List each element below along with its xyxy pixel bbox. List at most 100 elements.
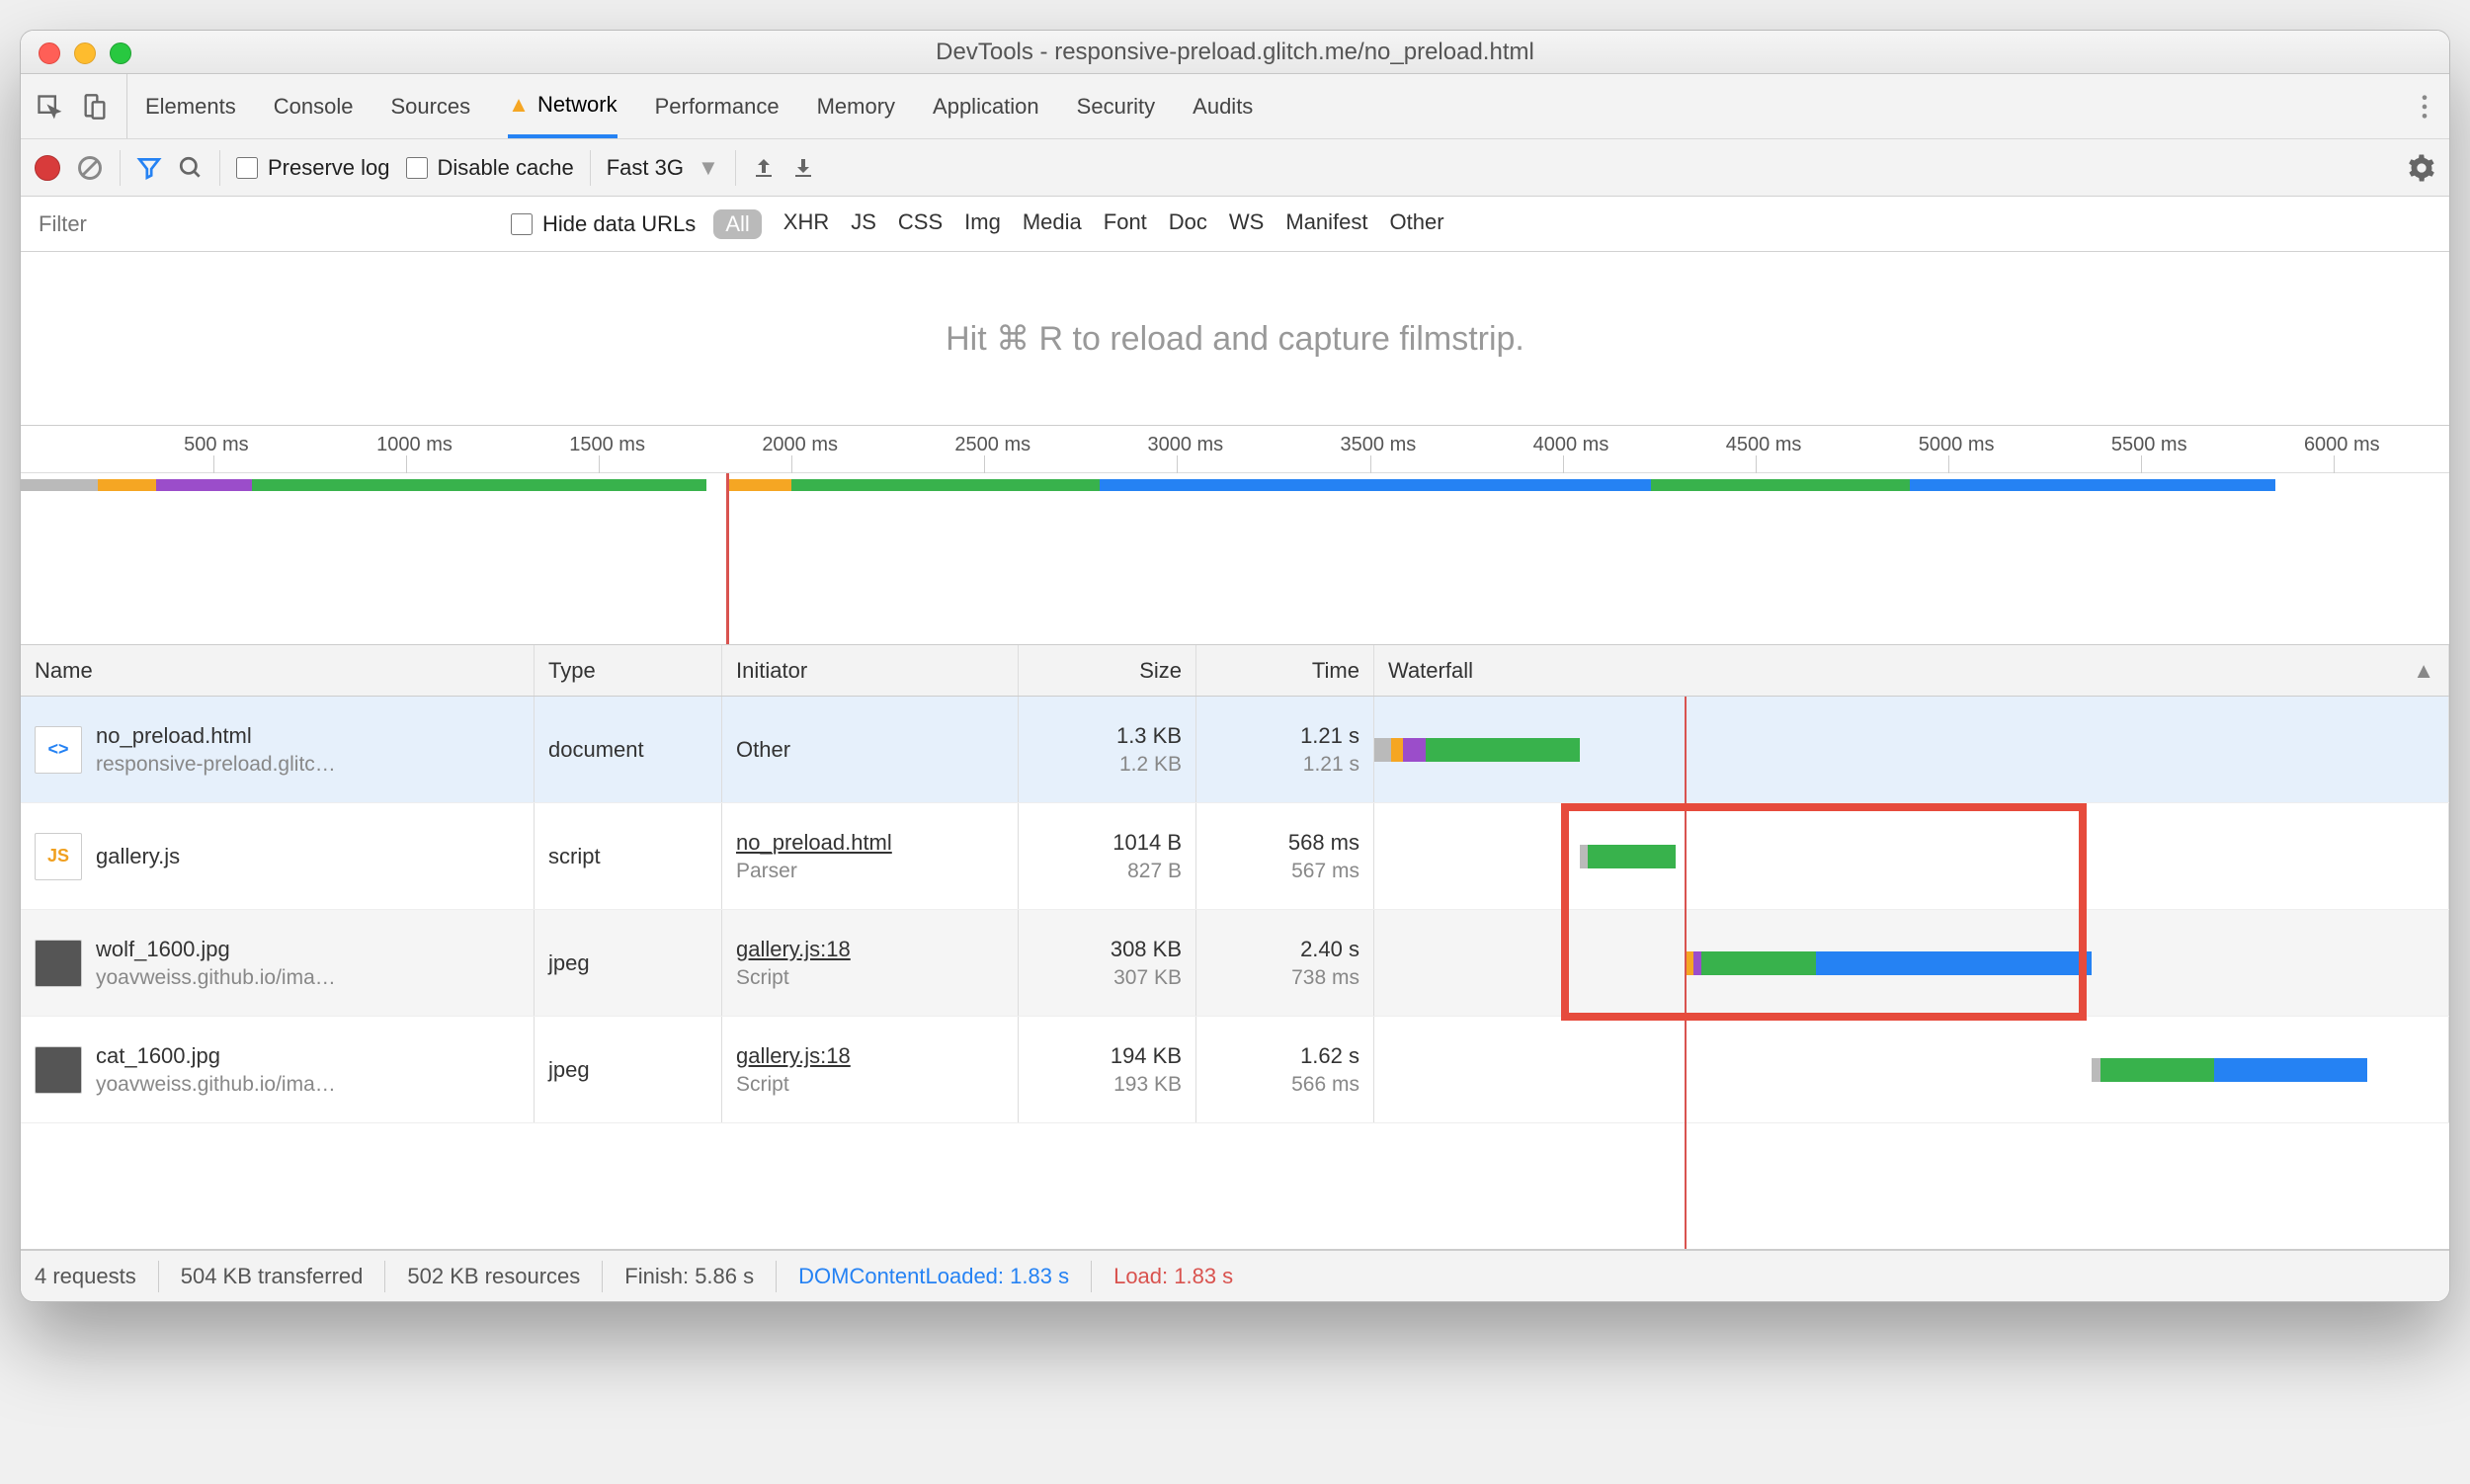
js-file-icon: JS <box>35 833 82 880</box>
tick-label: 5000 ms <box>1919 434 1995 456</box>
type-filter-other[interactable]: Other <box>1390 209 1444 239</box>
device-toolbar-icon[interactable] <box>81 93 109 121</box>
filmstrip-hint: Hit ⌘ R to reload and capture filmstrip. <box>946 319 1524 359</box>
size-cell: 308 KB <box>1111 937 1182 962</box>
close-window-button[interactable] <box>39 42 60 64</box>
request-row[interactable]: JSgallery.jsscriptno_preload.htmlParser1… <box>21 803 2449 910</box>
type-cell: script <box>535 803 722 909</box>
search-icon[interactable] <box>178 155 204 181</box>
status-finish: Finish: 5.86 s <box>624 1264 754 1289</box>
request-row[interactable]: <> no_preload.html responsive-preload.glit… <box>21 697 2449 803</box>
devtools-window: DevTools - responsive-preload.glitch.me/… <box>20 30 2450 1302</box>
file-origin: yoavweiss.github.io/ima… <box>96 966 336 990</box>
file-name: cat_1600.jpg <box>96 1043 336 1069</box>
tab-audits[interactable]: Audits <box>1193 74 1253 138</box>
file-name: gallery.js <box>96 844 180 869</box>
tick-label: 500 ms <box>184 434 249 456</box>
filter-bar: Hide data URLs All XHR JS CSS Img Media Font Do… <box>21 197 2449 252</box>
record-button[interactable] <box>35 155 60 181</box>
disable-cache-label: Disable cache <box>438 155 574 181</box>
download-icon[interactable] <box>791 156 815 180</box>
initiator-link: Other <box>736 737 790 763</box>
minimize-window-button[interactable] <box>74 42 96 64</box>
type-filter-js[interactable]: JS <box>851 209 876 239</box>
waterfall-cell <box>1374 910 2449 1016</box>
type-filter-xhr[interactable]: XHR <box>783 209 829 239</box>
status-resources: 502 KB resources <box>407 1264 580 1289</box>
request-row[interactable]: cat_1600.jpgyoavweiss.github.io/ima…jpeg… <box>21 1017 2449 1123</box>
tab-security[interactable]: Security <box>1077 74 1155 138</box>
col-waterfall[interactable]: Waterfall▲ <box>1374 645 2449 696</box>
time-sub: 1.21 s <box>1303 753 1359 777</box>
filter-input[interactable] <box>29 205 493 244</box>
col-time[interactable]: Time <box>1196 645 1374 696</box>
img-file-icon <box>35 1046 82 1094</box>
warning-icon: ▲ <box>508 92 530 118</box>
size-sub: 307 KB <box>1113 966 1182 990</box>
status-load: Load: 1.83 s <box>1113 1264 1233 1289</box>
type-filter-ws[interactable]: WS <box>1229 209 1264 239</box>
initiator-type: Script <box>736 966 851 990</box>
status-bar: 4 requests 504 KB transferred 502 KB res… <box>21 1250 2449 1301</box>
time-sub: 567 ms <box>1291 860 1359 883</box>
request-row[interactable]: wolf_1600.jpgyoavweiss.github.io/ima…jpe… <box>21 910 2449 1017</box>
size-sub: 193 KB <box>1113 1073 1182 1097</box>
tab-network[interactable]: ▲Network <box>508 74 617 138</box>
inspect-icon[interactable] <box>36 93 63 121</box>
tick-label: 4000 ms <box>1533 434 1609 456</box>
tick-label: 2000 ms <box>762 434 838 456</box>
time-cell: 2.40 s <box>1300 937 1359 962</box>
tab-performance[interactable]: Performance <box>655 74 780 138</box>
tab-elements[interactable]: Elements <box>145 74 236 138</box>
file-name: no_preload.html <box>96 723 336 749</box>
initiator-type: Script <box>736 1073 851 1097</box>
preserve-log-label: Preserve log <box>268 155 390 181</box>
overview-timeline[interactable]: 500 ms1000 ms1500 ms2000 ms2500 ms3000 m… <box>21 426 2449 645</box>
initiator-link[interactable]: gallery.js:18 <box>736 937 851 962</box>
tab-memory[interactable]: Memory <box>817 74 895 138</box>
type-filter-media[interactable]: Media <box>1023 209 1082 239</box>
type-filters: All XHR JS CSS Img Media Font Doc WS Manifest Othe… <box>713 209 1443 239</box>
gear-icon[interactable] <box>2408 154 2435 182</box>
sort-arrow-icon: ▲ <box>2413 658 2434 684</box>
hide-data-urls-label: Hide data URLs <box>542 211 696 237</box>
time-sub: 566 ms <box>1291 1073 1359 1097</box>
tab-application[interactable]: Application <box>933 74 1039 138</box>
col-type[interactable]: Type <box>535 645 722 696</box>
upload-icon[interactable] <box>752 156 776 180</box>
panel-tabs: Elements Console Sources ▲Network Performanc… <box>21 74 2449 139</box>
type-filter-doc[interactable]: Doc <box>1169 209 1207 239</box>
size-cell: 1.3 KB <box>1116 723 1182 749</box>
status-dcl: DOMContentLoaded: 1.83 s <box>798 1264 1069 1289</box>
time-cell: 1.21 s <box>1300 723 1359 749</box>
col-name[interactable]: Name <box>21 645 535 696</box>
load-marker-line <box>1685 697 1687 1249</box>
type-filter-all[interactable]: All <box>713 209 761 239</box>
img-file-icon <box>35 940 82 987</box>
type-filter-img[interactable]: Img <box>964 209 1001 239</box>
type-filter-manifest[interactable]: Manifest <box>1285 209 1367 239</box>
tick-label: 1000 ms <box>376 434 453 456</box>
tick-label: 4500 ms <box>1726 434 1802 456</box>
filter-icon[interactable] <box>136 155 162 181</box>
hide-data-urls-checkbox[interactable]: Hide data URLs <box>511 211 696 237</box>
col-initiator[interactable]: Initiator <box>722 645 1019 696</box>
tick-label: 3500 ms <box>1341 434 1417 456</box>
html-file-icon: <> <box>35 726 82 774</box>
tab-sources[interactable]: Sources <box>390 74 470 138</box>
initiator-link[interactable]: no_preload.html <box>736 830 892 856</box>
preserve-log-checkbox[interactable]: Preserve log <box>236 155 390 181</box>
zoom-window-button[interactable] <box>110 42 131 64</box>
tab-console[interactable]: Console <box>274 74 354 138</box>
throttling-select[interactable]: Fast 3G ▼ <box>607 155 719 181</box>
chevron-down-icon: ▼ <box>698 155 719 181</box>
file-origin: responsive-preload.glitc… <box>96 753 336 777</box>
col-size[interactable]: Size <box>1019 645 1196 696</box>
more-menu-icon[interactable] <box>2420 93 2429 121</box>
clear-button[interactable] <box>76 154 104 182</box>
status-transferred: 504 KB transferred <box>181 1264 364 1289</box>
disable-cache-checkbox[interactable]: Disable cache <box>406 155 574 181</box>
type-filter-css[interactable]: CSS <box>898 209 943 239</box>
initiator-link[interactable]: gallery.js:18 <box>736 1043 851 1069</box>
type-filter-font[interactable]: Font <box>1104 209 1147 239</box>
